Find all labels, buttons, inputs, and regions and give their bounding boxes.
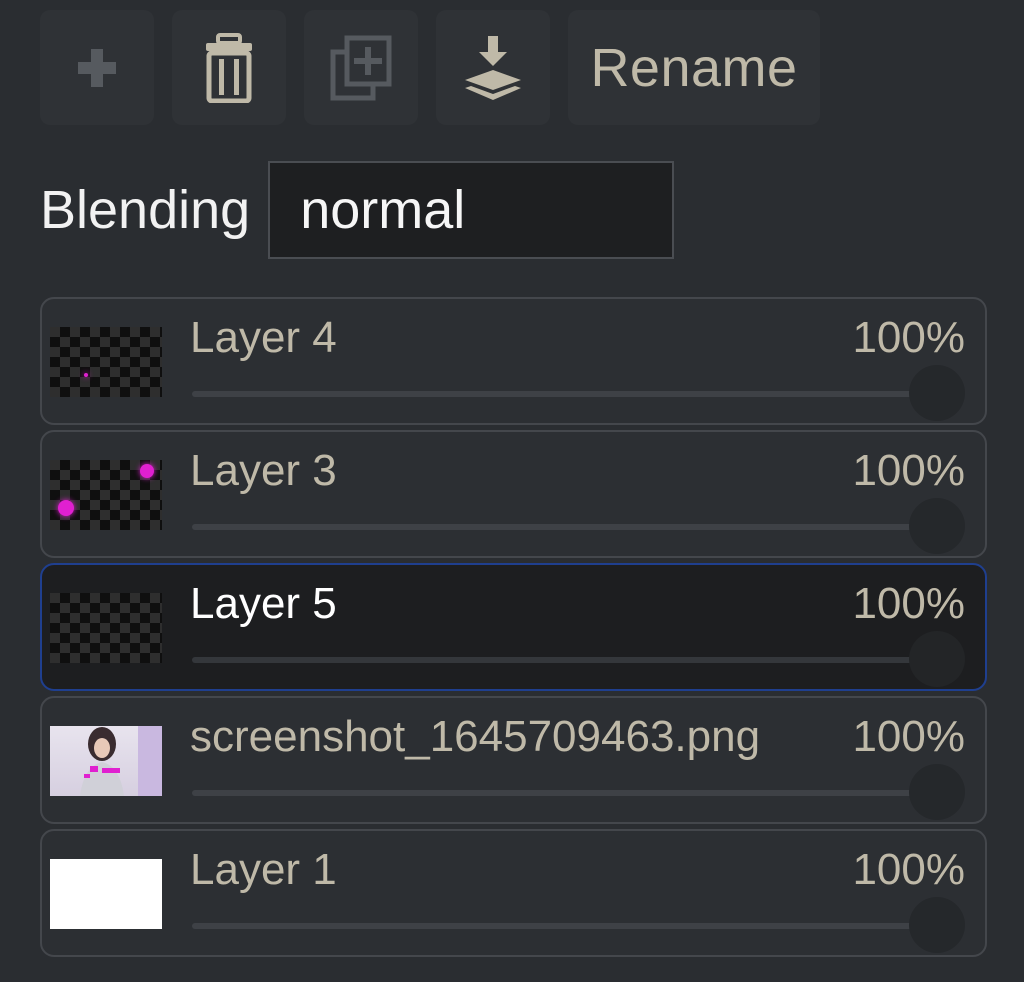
rename-label: Rename	[590, 37, 798, 98]
layer-name: Layer 5	[190, 579, 337, 628]
opacity-slider-track[interactable]	[192, 524, 955, 530]
layer-name: Layer 4	[190, 313, 337, 362]
trash-icon	[206, 32, 252, 103]
layer-thumbnail	[50, 327, 162, 397]
blending-select[interactable]: normal	[268, 161, 675, 259]
opacity-slider-track[interactable]	[192, 657, 955, 663]
layer-item[interactable]: Layer 3 100%	[40, 430, 987, 558]
layer-thumbnail	[50, 859, 162, 929]
opacity-slider-handle[interactable]	[909, 764, 965, 820]
merge-down-button[interactable]	[436, 10, 550, 125]
rename-button[interactable]: Rename	[568, 10, 820, 125]
layer-item[interactable]: screenshot_1645709463.png 100%	[40, 696, 987, 824]
layer-thumbnail	[50, 460, 162, 530]
merge-down-icon	[465, 35, 521, 100]
opacity-slider-handle[interactable]	[909, 631, 965, 687]
blending-row: Blending normal	[40, 160, 675, 260]
layer-list: Layer 4 100% Layer 3 100% Layer 5 100% s…	[40, 297, 987, 962]
opacity-slider-track[interactable]	[192, 391, 955, 397]
layer-opacity: 100%	[852, 313, 965, 362]
blending-label: Blending	[40, 180, 251, 240]
layer-item[interactable]: Layer 1 100%	[40, 829, 987, 957]
duplicate-icon	[330, 35, 392, 100]
duplicate-layer-button[interactable]	[304, 10, 418, 125]
layer-thumbnail	[50, 593, 162, 663]
layer-thumbnail	[50, 726, 162, 796]
opacity-slider-track[interactable]	[192, 923, 955, 929]
layer-item-active[interactable]: Layer 5 100%	[40, 563, 987, 691]
layer-opacity: 100%	[852, 845, 965, 894]
layer-opacity: 100%	[852, 446, 965, 495]
layer-opacity: 100%	[852, 712, 965, 761]
plus-icon	[78, 48, 116, 87]
layer-toolbar: Rename	[40, 10, 820, 125]
opacity-slider-handle[interactable]	[909, 365, 965, 421]
layer-item[interactable]: Layer 4 100%	[40, 297, 987, 425]
layer-name: screenshot_1645709463.png	[190, 712, 761, 761]
blending-value: normal	[300, 180, 466, 240]
add-layer-button[interactable]	[40, 10, 154, 125]
layers-panel: Rename Blending normal Layer 4 100% Laye…	[0, 0, 1024, 982]
opacity-slider-handle[interactable]	[909, 897, 965, 953]
layer-opacity: 100%	[852, 579, 965, 628]
opacity-slider-track[interactable]	[192, 790, 955, 796]
layer-name: Layer 3	[190, 446, 337, 495]
delete-layer-button[interactable]	[172, 10, 286, 125]
layer-name: Layer 1	[190, 845, 337, 894]
opacity-slider-handle[interactable]	[909, 498, 965, 554]
